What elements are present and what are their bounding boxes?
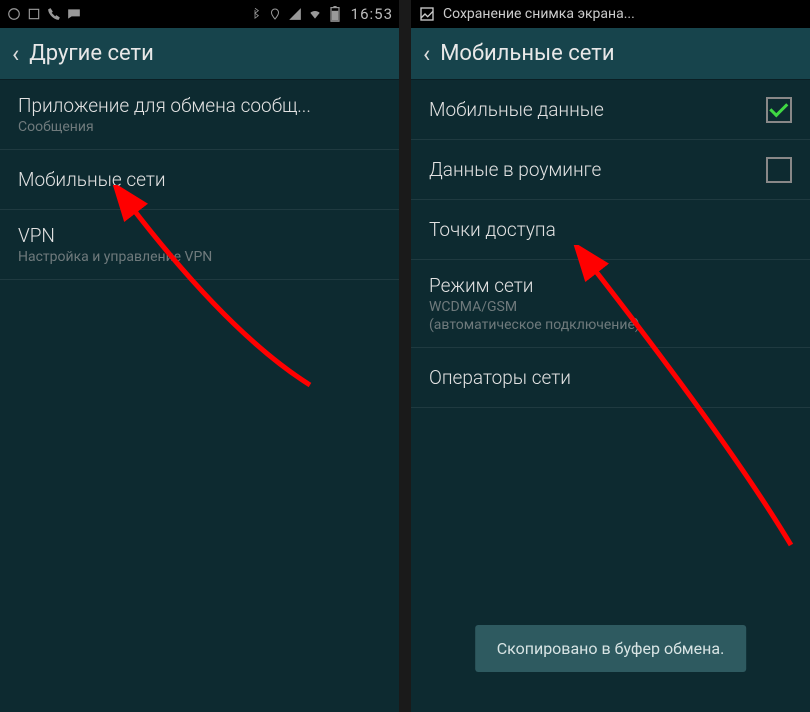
notification-icon [6,6,22,22]
screenshot-icon [419,6,435,22]
phone-left: 16:53 ‹ Другие сети Приложение для обмен… [0,0,399,712]
row-mobile-data[interactable]: Мобильные данные [411,80,810,140]
bluetooth-icon [247,6,263,22]
notification-icon [26,6,42,22]
header-bar[interactable]: ‹ Мобильные сети [411,28,810,80]
row-title: Мобильные сети [18,168,381,191]
toast-clipboard: Скопировано в буфер обмена. [475,625,747,672]
row-subtitle: Настройка и управление VPN [18,249,381,265]
clock-time: 16:53 [351,5,393,23]
row-title: Приложение для обмена сообщ... [18,94,381,117]
status-bar: 16:53 [0,0,399,28]
row-subtitle: Сообщения [18,119,381,135]
row-title: Точки доступа [429,218,792,241]
row-vpn[interactable]: VPN Настройка и управление VPN [0,210,399,280]
wifi-icon [307,6,323,22]
row-title: Режим сети [429,274,792,297]
phone-right: Сохранение снимка экрана... ‹ Мобильные … [411,0,810,712]
message-icon [66,6,82,22]
settings-list: Мобильные данные Данные в роуминге Точки… [411,80,810,408]
header-bar[interactable]: ‹ Другие сети [0,28,399,80]
checkbox-data-roaming[interactable] [766,157,792,183]
phone-icon [46,6,62,22]
row-messaging-app[interactable]: Приложение для обмена сообщ... Сообщения [0,80,399,150]
battery-icon [327,6,343,22]
notification-text: Сохранение снимка экрана... [443,6,635,22]
row-network-mode[interactable]: Режим сети WCDMA/GSM (автоматическое под… [411,260,810,348]
location-icon [267,6,283,22]
row-title: Данные в роуминге [429,158,766,181]
back-icon[interactable]: ‹ [12,40,19,68]
checkbox-mobile-data[interactable] [766,97,792,123]
row-title: Мобильные данные [429,98,766,121]
row-subtitle2: (автоматическое подключение) [429,317,792,333]
row-title: Операторы сети [429,366,792,389]
row-title: VPN [18,224,381,247]
header-title: Другие сети [29,41,154,66]
settings-list: Приложение для обмена сообщ... Сообщения… [0,80,399,280]
notification-bar: Сохранение снимка экрана... [411,0,810,28]
back-icon[interactable]: ‹ [423,40,430,68]
row-mobile-networks[interactable]: Мобильные сети [0,150,399,210]
signal-icon [287,6,303,22]
row-access-points[interactable]: Точки доступа [411,200,810,260]
header-title: Мобильные сети [440,41,614,66]
row-subtitle: WCDMA/GSM [429,299,792,315]
row-network-operators[interactable]: Операторы сети [411,348,810,408]
row-data-roaming[interactable]: Данные в роуминге [411,140,810,200]
